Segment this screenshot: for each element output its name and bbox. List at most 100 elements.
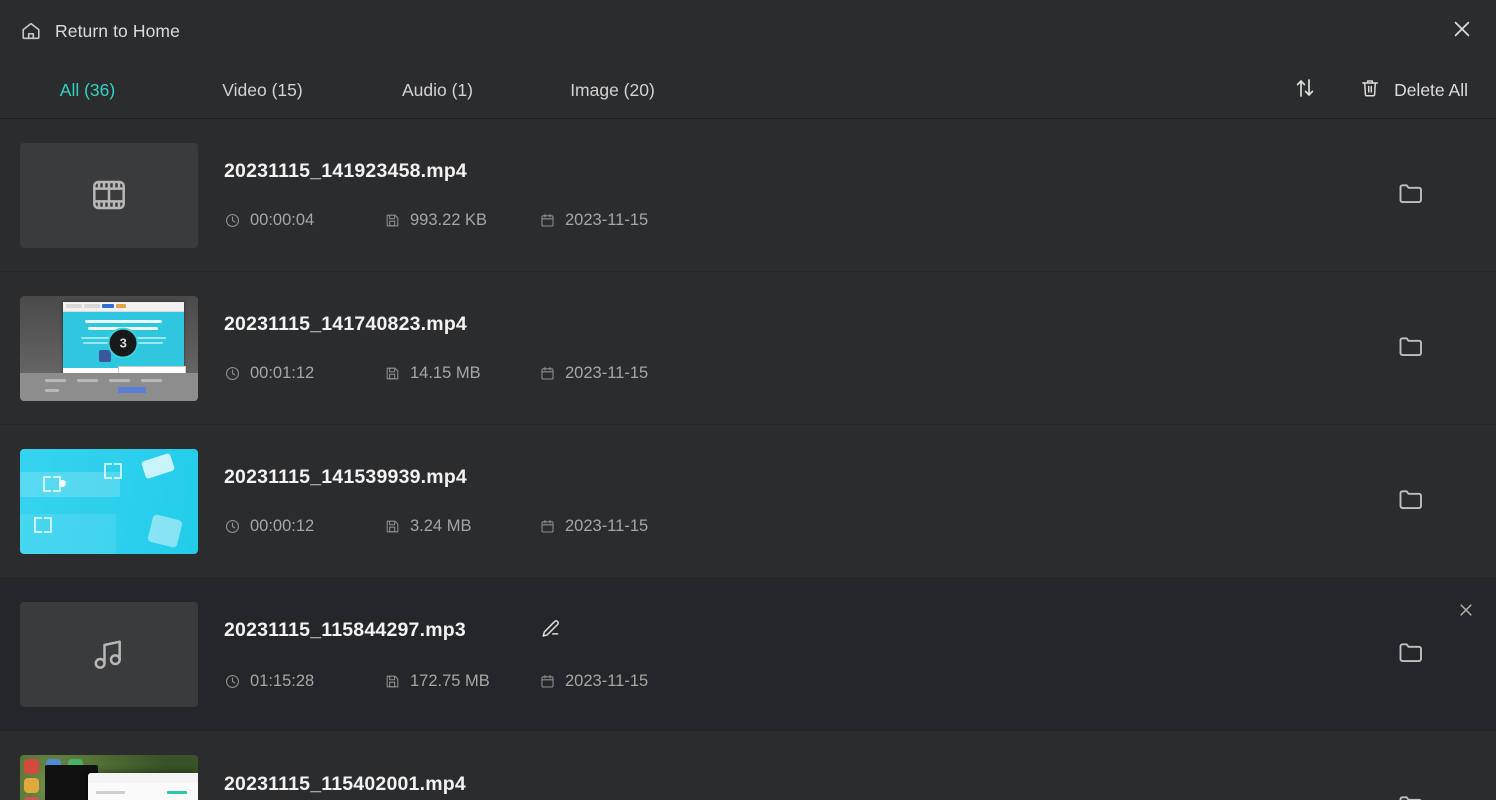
row-name-line: 20231115_115844297.mp3: [224, 618, 1496, 644]
pencil-icon: [539, 617, 562, 645]
remove-file-button[interactable]: [1454, 600, 1478, 624]
calendar-icon: [539, 212, 556, 229]
thumbnail-chrome-bar: [65, 304, 82, 309]
row-info: 20231115_141923458.mp4 00:00:04 993.22 K…: [224, 160, 1496, 230]
row-name-line: 20231115_141923458.mp4: [224, 160, 1496, 183]
thumbnail-line: [44, 389, 60, 393]
duration-cell: 01:15:28: [224, 672, 384, 691]
thumbnail-window-body: [87, 783, 198, 800]
file-name: 20231115_115402001.mp4: [224, 773, 466, 795]
delete-all-button[interactable]: Delete All: [1359, 77, 1468, 104]
duration-cell: 00:00:04: [224, 211, 384, 230]
folder-icon: [1396, 790, 1426, 800]
row-info: 20231115_141740823.mp4 00:01:12 14.15 MB: [224, 313, 1496, 383]
thumbnail-film-placeholder[interactable]: [20, 142, 198, 248]
sort-button[interactable]: [1291, 76, 1319, 104]
size-cell: 172.75 MB: [384, 672, 539, 691]
media-file-list[interactable]: 20231115_141923458.mp4 00:00:04 993.22 K…: [0, 119, 1496, 800]
thumbnail-cyan-abstract[interactable]: [20, 448, 198, 554]
date-value: 2023-11-15: [565, 671, 649, 690]
table-row[interactable]: 20231115_115402001.mp4: [0, 731, 1496, 800]
tab-audio[interactable]: Audio (1): [350, 80, 525, 101]
row-meta: 00:00:04 993.22 KB 2023-11-15: [224, 211, 1496, 230]
date-cell: 2023-11-15: [539, 517, 719, 536]
duration-value: 01:15:28: [250, 671, 315, 690]
tab-all[interactable]: All (36): [0, 80, 175, 101]
clock-icon: [224, 212, 241, 229]
clock-icon: [224, 518, 241, 535]
countdown-badge: 3: [107, 327, 139, 359]
row-actions: [1336, 425, 1496, 577]
open-folder-button[interactable]: [1394, 484, 1428, 518]
thumbnail-chrome-bar: [115, 304, 126, 309]
size-cell: 14.15 MB: [384, 364, 539, 383]
duration-cell: 00:01:12: [224, 364, 384, 383]
file-name: 20231115_141740823.mp4: [224, 313, 467, 335]
duration-value: 00:00:04: [250, 211, 315, 229]
date-cell: 2023-11-15: [539, 211, 719, 230]
thumbnail-web-recording[interactable]: 3: [20, 295, 198, 401]
row-meta: 00:01:12 14.15 MB 2023-11-15: [224, 364, 1496, 383]
calendar-icon: [539, 365, 556, 382]
thumbnail-hero: 3: [62, 311, 184, 368]
date-value: 2023-11-15: [565, 364, 649, 382]
thumbnail-chrome-bar: [83, 304, 100, 309]
date-value: 2023-11-15: [565, 517, 649, 535]
close-window-button[interactable]: [1442, 11, 1482, 51]
size-value: 172.75 MB: [410, 671, 490, 690]
thumbnail-crop-marks: [103, 463, 122, 480]
row-name-line: 20231115_141740823.mp4: [224, 313, 1496, 336]
thumbnail-page-footer: [20, 373, 198, 401]
calendar-icon: [539, 673, 556, 690]
thumbnail-line: [96, 791, 126, 795]
folder-icon: [1396, 178, 1426, 213]
row-actions: [1336, 578, 1496, 730]
film-icon: [89, 175, 129, 215]
music-note-icon: [89, 634, 129, 674]
disk-icon: [384, 212, 401, 229]
tab-image[interactable]: Image (20): [525, 80, 700, 101]
clock-icon: [224, 673, 241, 690]
disk-icon: [384, 365, 401, 382]
rename-file-button[interactable]: [538, 618, 564, 644]
date-cell: 2023-11-15: [539, 672, 719, 691]
thumbnail-icon: [24, 758, 39, 774]
table-row[interactable]: 20231115_141923458.mp4 00:00:04 993.22 K…: [0, 119, 1496, 272]
thumbnail-desktop-screenshot[interactable]: [20, 754, 198, 800]
file-name: 20231115_115844297.mp3: [224, 619, 466, 641]
row-info: 20231115_141539939.mp4 00:00:12 3.24 MB: [224, 466, 1496, 536]
open-folder-button[interactable]: [1394, 178, 1428, 212]
date-value: 2023-11-15: [565, 211, 649, 229]
size-cell: 993.22 KB: [384, 211, 539, 230]
row-actions: [1336, 272, 1496, 424]
thumbnail-music-placeholder[interactable]: [20, 601, 198, 707]
duration-value: 00:01:12: [250, 364, 315, 382]
return-to-home-button[interactable]: Return to Home: [20, 20, 180, 42]
duration-cell: 00:00:12: [224, 517, 384, 536]
size-value: 993.22 KB: [410, 211, 488, 229]
thumbnail-line: [167, 791, 187, 795]
trash-icon: [1359, 77, 1381, 104]
thumbnail-chrome-bar: [101, 304, 114, 309]
tab-video[interactable]: Video (15): [175, 80, 350, 101]
row-info: 20231115_115844297.mp3 01:15:28 172.75 M…: [224, 618, 1496, 691]
open-folder-button[interactable]: [1394, 790, 1428, 800]
thumbnail-window: [87, 773, 198, 800]
file-name: 20231115_141539939.mp4: [224, 466, 467, 488]
open-folder-button[interactable]: [1394, 637, 1428, 671]
thumbnail-line: [44, 379, 67, 383]
thumbnail-shape: [147, 513, 184, 549]
table-row[interactable]: 3 20231115_141740823.mp4 00:01:12 14.15 …: [0, 272, 1496, 425]
duration-value: 00:00:12: [250, 517, 315, 535]
size-value: 3.24 MB: [410, 517, 472, 535]
row-actions: [1336, 731, 1496, 800]
open-folder-button[interactable]: [1394, 331, 1428, 365]
close-icon: [1457, 601, 1475, 624]
disk-icon: [384, 673, 401, 690]
thumbnail-browser-chrome: [62, 301, 184, 312]
close-icon: [1451, 18, 1473, 45]
table-row[interactable]: 20231115_115844297.mp3 01:15:28 172.75 M…: [0, 578, 1496, 731]
row-meta: 01:15:28 172.75 MB 2023-11-15: [224, 672, 1496, 691]
table-row[interactable]: 20231115_141539939.mp4 00:00:12 3.24 MB: [0, 425, 1496, 578]
thumbnail-crop-marks: [34, 516, 53, 533]
